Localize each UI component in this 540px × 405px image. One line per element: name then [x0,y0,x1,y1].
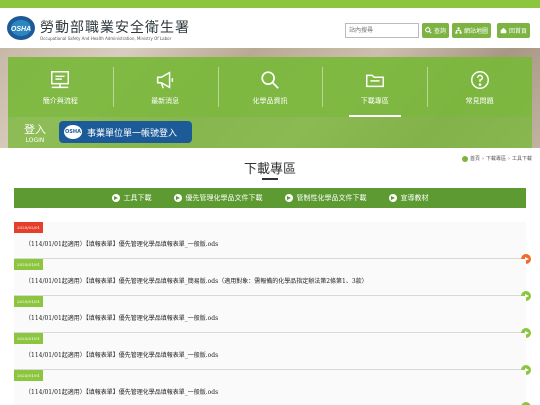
login-label: 登入 LOGIN [20,121,50,144]
list-item[interactable]: 2025/01/01 （114/01/01起適用）【填報表單】優先管理化學品填報… [14,259,531,301]
date-badge: 2025/01/01 [14,333,44,344]
main-menu: 簡介與流程 最新消息 化學品資訊 下載專區 常見問題 [8,57,532,117]
tab-label: 宣導教材 [400,194,429,202]
menu-item-faq[interactable]: 常見問題 [427,57,532,117]
osha-small-logo: OSHA [64,125,82,139]
page-title: 下載專區 [243,162,296,177]
search-button[interactable]: 查詢 [422,23,450,38]
breadcrumb-separator: › [482,155,485,162]
tab-promotion-materials[interactable]: 宣導教材 [388,193,429,203]
login-label-zh: 登入 [24,123,46,136]
question-icon [470,70,489,89]
sso-login-label: 事業單位單一帳號登入 [87,128,178,139]
magnifier-icon [261,70,279,89]
tab-label: 優先管理化學品文件下載 [185,194,263,202]
menu-item-intro[interactable]: 簡介與流程 [8,57,113,117]
arrow-circle-icon [173,194,182,202]
home-icon [500,27,507,34]
date-badge: 2025/01/01 [14,296,44,307]
site-subtitle: Occupational Safety And Health Administr… [40,36,172,41]
menu-item-downloads[interactable]: 下載專區 [322,57,427,117]
file-link[interactable]: （114/01/01起適用）【填報表單】優先管理化學品填報表單_一般版.ods [25,239,218,248]
tab-controlled-chemicals[interactable]: 管制性化學品文件下載 [284,193,367,203]
date-badge: 2025/01/01 [14,370,44,381]
menu-item-news[interactable]: 最新消息 [112,57,218,117]
search-input[interactable] [345,23,419,38]
file-link[interactable]: （114/01/01起適用）【填報表單】優先管理化學品填報表單_一般版.ods [25,313,218,322]
arrow-circle-icon [111,194,120,202]
search-icon [425,27,432,34]
sitemap-button-label: 網站地圖 [464,28,489,35]
site-title[interactable]: 勞動部職業安全衛生署 [40,17,190,37]
breadcrumb-item-home[interactable]: 首頁 [470,155,480,162]
breadcrumb-item-tools[interactable]: 工具下載 [512,155,532,162]
breadcrumb-separator: › [508,155,511,162]
logo-text: OSHA [11,26,31,33]
arrow-circle-icon [284,194,293,202]
sso-login-button[interactable]: OSHA 事業單位單一帳號登入 [59,121,192,143]
title-underline [262,178,278,180]
date-badge: 2025/01/01 [14,259,44,270]
file-link[interactable]: （114/01/01起適用）【填報表單】優先管理化學品填報表單_簡易版.ods（… [25,276,368,285]
file-link[interactable]: （114/01/01起適用）【填報表單】優先管理化學品填報表單_一般版.ods [25,350,218,359]
sitemap-button[interactable]: 網站地圖 [452,23,492,38]
top-accent-bar [0,0,540,8]
board-icon [51,70,70,88]
tab-label: 管制性化學品文件下載 [296,194,367,202]
download-category-tabs: 工具下載 優先管理化學品文件下載 管制性化學品文件下載 宣導教材 [14,188,526,208]
tab-tools[interactable]: 工具下載 [111,193,152,203]
download-icon [365,74,384,87]
menu-item-chemical-info[interactable]: 化學品資訊 [217,57,323,117]
login-strip: 登入 LOGIN OSHA 事業單位單一帳號登入 [8,117,532,148]
list-item[interactable]: 2025/01/01 （114/01/01起適用）【填報表單】優先管理化學品填報… [14,370,531,405]
home-button[interactable]: 回首頁 [497,23,531,38]
breadcrumb-home-icon [462,155,468,162]
menu-label-news: 最新消息 [151,96,180,105]
date-badge: 2025/02/01 [14,222,44,233]
menu-label-intro: 簡介與流程 [42,96,78,105]
menu-label-downloads: 下載專區 [360,96,389,105]
home-button-label: 回首頁 [509,28,528,35]
list-item[interactable]: 2025/01/01 （114/01/01起適用）【填報表單】優先管理化學品填報… [14,296,531,338]
menu-label-faq: 常見問題 [465,96,494,105]
arrow-circle-icon [388,194,397,202]
breadcrumb-item-downloads[interactable]: 下載專區 [486,155,506,162]
search-button-label: 查詢 [434,28,447,35]
site-header: OSHA 勞動部職業安全衛生署 Occupational Safety And … [0,8,540,48]
tab-label: 工具下載 [123,194,152,202]
sitemap-icon [455,27,462,34]
megaphone-icon [157,70,174,89]
osha-logo[interactable]: OSHA [6,14,36,42]
list-item[interactable]: 2025/01/01 （114/01/01起適用）【填報表單】優先管理化學品填報… [14,333,531,375]
download-list: 2025/02/01 （114/01/01起適用）【填報表單】優先管理化學品填報… [14,222,531,405]
file-link[interactable]: （114/01/01起適用）【填報表單】優先管理化學品填報表單_一般版.ods [25,387,218,396]
menu-label-chemical-info: 化學品資訊 [252,96,288,105]
breadcrumb: 首頁 › 下載專區 › 工具下載 [462,155,532,162]
list-item[interactable]: 2025/02/01 （114/01/01起適用）【填報表單】優先管理化學品填報… [14,222,531,264]
login-label-en: LOGIN [25,137,45,144]
tab-priority-chemicals[interactable]: 優先管理化學品文件下載 [173,193,263,203]
